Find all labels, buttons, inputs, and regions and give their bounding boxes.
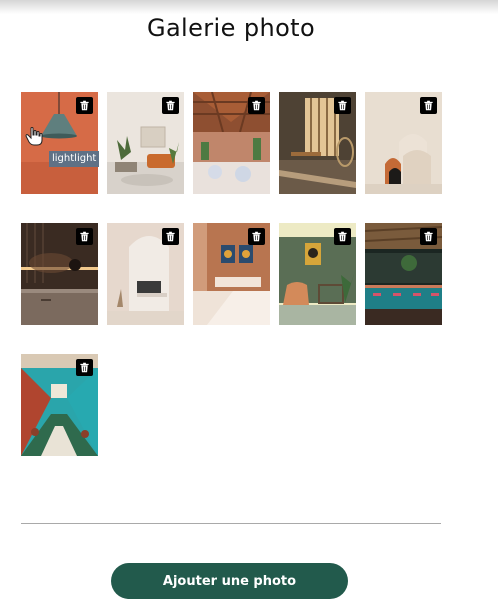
photo-living-room[interactable] (107, 92, 184, 194)
delete-photo-button[interactable] (334, 228, 351, 245)
delete-photo-button[interactable] (76, 97, 93, 114)
photo-restaurant-hall[interactable] (21, 354, 98, 456)
trash-icon (166, 100, 175, 111)
trash-icon (338, 231, 347, 242)
photo-gallery (21, 92, 442, 456)
trash-icon (80, 100, 89, 111)
delete-photo-button[interactable] (162, 97, 179, 114)
trash-icon (166, 231, 175, 242)
photo-green-lounge[interactable] (279, 223, 356, 325)
delete-photo-button[interactable] (334, 97, 351, 114)
photo-desk-window[interactable] (279, 92, 356, 194)
delete-photo-button[interactable] (248, 97, 265, 114)
photo-white-arch[interactable] (107, 223, 184, 325)
page-title: Galerie photo (146, 14, 316, 42)
trash-icon (424, 100, 433, 111)
trash-icon (252, 231, 261, 242)
delete-photo-button[interactable] (76, 228, 93, 245)
trash-icon (252, 100, 261, 111)
photo-dark-kitchen[interactable] (21, 223, 98, 325)
delete-photo-button[interactable] (420, 228, 437, 245)
divider (21, 523, 441, 524)
trash-icon (338, 100, 347, 111)
delete-photo-button[interactable] (162, 228, 179, 245)
photo-wooden-atrium[interactable] (193, 92, 270, 194)
hand-cursor-icon (25, 127, 43, 146)
trash-icon (424, 231, 433, 242)
trash-icon (80, 231, 89, 242)
delete-photo-button[interactable] (420, 97, 437, 114)
delete-photo-button[interactable] (248, 228, 265, 245)
delete-photo-button[interactable] (76, 359, 93, 376)
photo-teal-bar[interactable] (365, 223, 442, 325)
photo-tooltip: lightlight (49, 151, 100, 167)
photo-arches[interactable] (365, 92, 442, 194)
top-shadow (0, 0, 498, 14)
add-photo-button[interactable]: Ajouter une photo (111, 563, 348, 599)
photo-terracotta-room[interactable] (193, 223, 270, 325)
trash-icon (80, 362, 89, 373)
